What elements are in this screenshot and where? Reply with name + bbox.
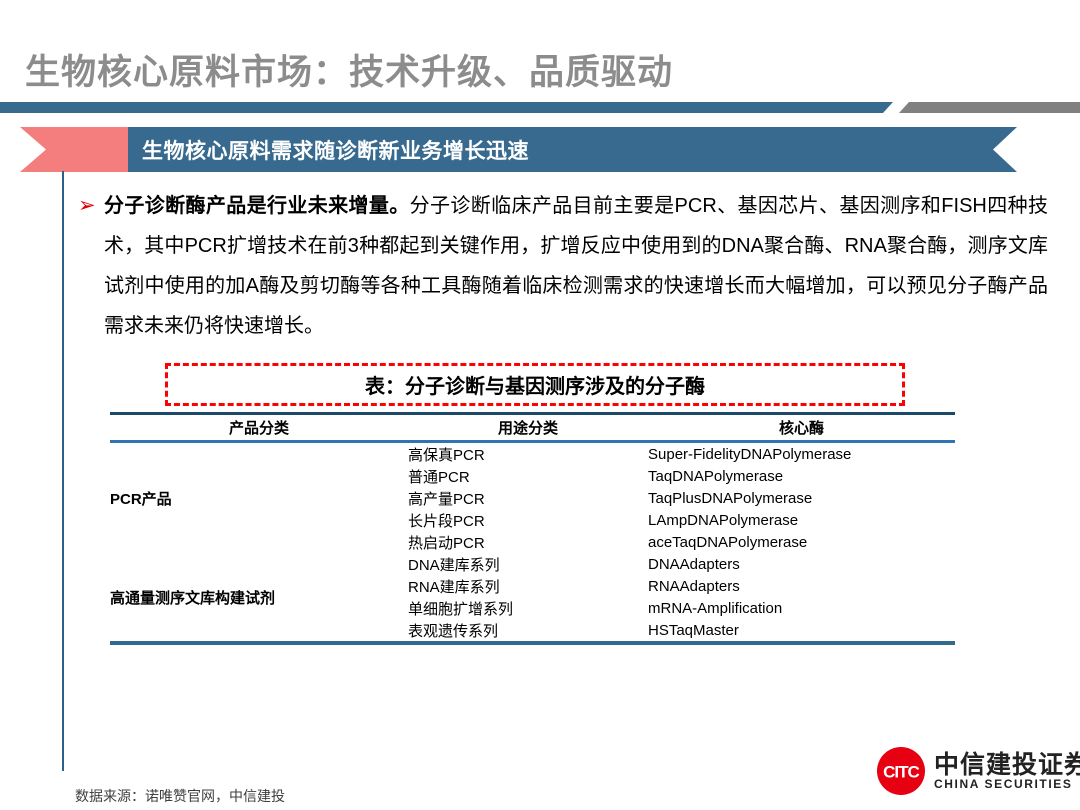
table-usage-cell: 热启动PCR <box>408 531 648 553</box>
arrow-bullet-icon: ➢ <box>78 186 104 346</box>
table-usage-cell: DNA建库系列 <box>408 553 648 575</box>
table-usage-cell: 长片段PCR <box>408 509 648 531</box>
logo-name-cn: 中信建投证券 <box>934 752 1080 778</box>
banner-ribbon-red <box>20 127 132 172</box>
table-row: 高通量测序文库构建试剂DNA建库系列DNAAdapters <box>110 553 955 575</box>
table-usage-cell: RNA建库系列 <box>408 575 648 597</box>
table-enzyme-cell: aceTaqDNAPolymerase <box>648 531 955 553</box>
table-usage-cell: 高产量PCR <box>408 487 648 509</box>
logo-names: 中信建投证券 CHINA SECURITIES <box>934 752 1080 791</box>
presentation-slide: 生物核心原料市场：技术升级、品质驱动 生物核心原料需求随诊断新业务增长迅速 ➢ … <box>0 0 1080 810</box>
table-enzyme-cell: mRNA-Amplification <box>648 597 955 619</box>
table-enzyme-cell: TaqDNAPolymerase <box>648 465 955 487</box>
table-usage-cell: 表观遗传系列 <box>408 619 648 643</box>
table-caption-box: 表：分子诊断与基因测序涉及的分子酶 <box>165 363 905 406</box>
table-enzyme-cell: LAmpDNAPolymerase <box>648 509 955 531</box>
citic-emblem-icon: CITC <box>876 746 926 796</box>
enzyme-table: 产品分类 用途分类 核心酶 PCR产品高保真PCRSuper-FidelityD… <box>110 412 955 645</box>
header-core-enzyme: 核心酶 <box>648 414 955 442</box>
bullet-paragraph: ➢ 分子诊断酶产品是行业未来增量。分子诊断临床产品目前主要是PCR、基因芯片、基… <box>78 186 1048 346</box>
table-enzyme-cell: Super-FidelityDNAPolymerase <box>648 442 955 466</box>
left-vertical-rule <box>62 171 64 771</box>
company-logo: CITC 中信建投证券 CHINA SECURITIES <box>876 746 1080 796</box>
section-banner-label: 生物核心原料需求随诊断新业务增长迅速 <box>128 135 529 165</box>
table-category-cell: PCR产品 <box>110 442 408 554</box>
logo-name-en: CHINA SECURITIES <box>934 778 1080 791</box>
title-divider-bar-gray <box>899 102 1080 113</box>
table-enzyme-cell: DNAAdapters <box>648 553 955 575</box>
table-enzyme-cell: RNAAdapters <box>648 575 955 597</box>
header-usage-category: 用途分类 <box>408 414 648 442</box>
table-usage-cell: 单细胞扩增系列 <box>408 597 648 619</box>
section-banner: 生物核心原料需求随诊断新业务增长迅速 <box>128 127 1017 172</box>
enzyme-table-wrap: 产品分类 用途分类 核心酶 PCR产品高保真PCRSuper-FidelityD… <box>110 412 955 645</box>
table-enzyme-cell: TaqPlusDNAPolymerase <box>648 487 955 509</box>
paragraph-text: 分子诊断酶产品是行业未来增量。分子诊断临床产品目前主要是PCR、基因芯片、基因测… <box>104 186 1048 346</box>
table-usage-cell: 高保真PCR <box>408 442 648 466</box>
table-enzyme-cell: HSTaqMaster <box>648 619 955 643</box>
svg-text:CITC: CITC <box>883 763 919 782</box>
table-header-row: 产品分类 用途分类 核心酶 <box>110 414 955 442</box>
title-divider-bar-blue <box>0 102 893 113</box>
data-source-note: 数据来源：诺唯赞官网，中信建投 <box>75 786 285 806</box>
page-title: 生物核心原料市场：技术升级、品质驱动 <box>25 44 673 95</box>
header-product-category: 产品分类 <box>110 414 408 442</box>
table-row: PCR产品高保真PCRSuper-FidelityDNAPolymerase <box>110 442 955 466</box>
table-usage-cell: 普通PCR <box>408 465 648 487</box>
table-caption: 表：分子诊断与基因测序涉及的分子酶 <box>365 370 705 399</box>
paragraph-lead: 分子诊断酶产品是行业未来增量。 <box>104 195 410 217</box>
table-category-cell: 高通量测序文库构建试剂 <box>110 553 408 643</box>
